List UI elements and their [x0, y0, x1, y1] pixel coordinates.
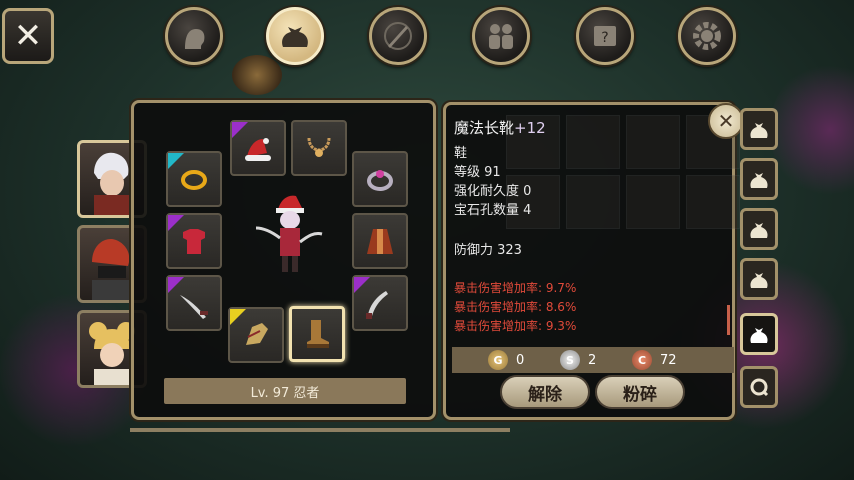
item-enhance-level: +12 [514, 119, 546, 137]
search-icon [750, 378, 769, 397]
bag-icon [750, 173, 768, 188]
tab-character[interactable] [165, 7, 223, 65]
close-button[interactable]: ✕ [2, 8, 54, 64]
bronze-coin-icon: C [632, 350, 652, 370]
bag-tab[interactable] [740, 158, 778, 200]
equip-slot-boots[interactable] [289, 306, 345, 362]
bag-icon [750, 223, 768, 238]
boot-icon [307, 320, 329, 348]
bag-icon [282, 27, 308, 47]
bag-tab[interactable] [740, 108, 778, 150]
scrollbar[interactable] [727, 305, 730, 335]
search-tab[interactable] [740, 366, 778, 408]
silver-amount: 2 [588, 352, 597, 368]
item-durability: 强化耐久度 0 [454, 182, 531, 201]
tree-foliage [770, 60, 854, 200]
bag-icon [750, 123, 768, 138]
silver-coin-icon: S [560, 350, 580, 370]
currency-bar: G 0 S 2 C 72 [452, 347, 734, 373]
divider [130, 428, 510, 432]
bag-icon [750, 273, 768, 288]
sword-compass-icon [384, 22, 412, 50]
equip-slot-ring-left[interactable] [166, 151, 222, 207]
rarity-marker [230, 309, 246, 325]
cloak-icon [367, 229, 393, 254]
equip-slot-ring-right[interactable] [352, 151, 408, 207]
item-level: 等级 91 [454, 165, 501, 180]
item-sockets: 宝石孔数量 4 [454, 201, 531, 220]
rarity-marker [168, 277, 184, 293]
gear-icon [693, 22, 721, 50]
equip-slot-gloves[interactable] [228, 307, 284, 363]
tab-skills[interactable] [369, 7, 427, 65]
tab-inventory[interactable] [266, 7, 324, 65]
character-level-bar: Lv. 97 忍者 [164, 378, 406, 404]
item-bonus: 暴击伤害增加率: 9.3% [454, 319, 577, 333]
head-silhouette-icon [185, 29, 205, 49]
close-detail-button[interactable]: ✕ [708, 103, 744, 139]
durability-value: 0 [523, 184, 532, 199]
gold-coin-icon: G [488, 350, 508, 370]
sockets-value: 4 [523, 203, 532, 218]
rarity-marker [168, 153, 184, 169]
bag-tab[interactable] [740, 208, 778, 250]
equipment-panel: Lv. 97 忍者 [131, 100, 436, 420]
item-stats: 鞋 等级 91 强化耐久度 0 宝石孔数量 4 [454, 144, 531, 220]
gold-amount: 0 [516, 352, 525, 368]
equip-slot-helmet[interactable] [230, 120, 286, 176]
item-detail-panel: 魔法长靴+12 鞋 等级 91 强化耐久度 0 宝石孔数量 4 防御力 323 … [443, 102, 740, 420]
bag-tab[interactable] [740, 258, 778, 300]
silver-coin-symbol: S [566, 353, 574, 367]
equip-slot-weapon-left[interactable] [166, 275, 222, 331]
equip-slot-necklace[interactable] [291, 120, 347, 176]
ring-icon [367, 170, 393, 191]
bag-tab-active[interactable] [740, 313, 778, 355]
equip-slot-cloak[interactable] [352, 213, 408, 269]
tab-quest[interactable]: ? [576, 7, 634, 65]
item-bonus: 暴击伤害增加率: 9.7% [454, 281, 577, 295]
rarity-marker [354, 277, 370, 293]
character-level-label: Lv. 97 忍者 [250, 385, 320, 401]
rarity-marker [232, 122, 248, 138]
beehive [232, 55, 282, 95]
gold-coin-symbol: G [493, 353, 503, 367]
item-name: 魔法长靴 [454, 119, 515, 137]
rarity-marker [168, 215, 184, 231]
item-bonus: 暴击伤害增加率: 8.6% [454, 300, 577, 314]
bronze-amount: 72 [660, 352, 677, 368]
item-type: 鞋 [454, 146, 468, 161]
tab-settings[interactable] [678, 7, 736, 65]
character-figure [255, 195, 323, 272]
necklace-icon [307, 137, 331, 157]
tab-party[interactable] [472, 7, 530, 65]
equip-slot-weapon-right[interactable] [352, 275, 408, 331]
scroll-icon: ? [594, 26, 616, 46]
bag-icon [750, 328, 768, 343]
people-icon [489, 24, 513, 49]
equip-slot-armor[interactable] [166, 213, 222, 269]
sockets-label: 宝石孔数量 [454, 203, 520, 218]
close-icon: ✕ [717, 109, 735, 133]
unequip-button[interactable]: 解除 [500, 375, 590, 409]
item-bonus-list: 暴击伤害增加率: 9.7% 暴击伤害增加率: 8.6% 暴击伤害增加率: 9.3… [454, 279, 576, 336]
item-title: 魔法长靴+12 [454, 117, 546, 138]
svg-text:?: ? [601, 30, 608, 46]
durability-label: 强化耐久度 [454, 184, 520, 199]
bronze-coin-symbol: C [637, 353, 647, 367]
smash-button[interactable]: 粉碎 [595, 375, 685, 409]
close-icon: ✕ [13, 16, 43, 56]
item-defense: 防御力 323 [454, 243, 522, 258]
